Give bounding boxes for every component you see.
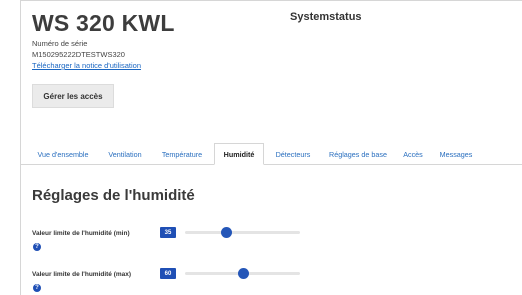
tab-temperature[interactable]: Température bbox=[156, 143, 208, 165]
question-circle-icon[interactable]: ? bbox=[33, 243, 41, 251]
humidity-min-slider[interactable] bbox=[185, 227, 300, 239]
status-title: Systemstatus bbox=[290, 11, 362, 23]
tab-basic-settings[interactable]: Réglages de base bbox=[325, 143, 391, 165]
tab-messages[interactable]: Messages bbox=[434, 143, 478, 165]
slider-track bbox=[185, 231, 300, 234]
section-title: Réglages de l'humidité bbox=[32, 187, 195, 204]
tab-bar: Vue d'ensemble Ventilation Température H… bbox=[20, 143, 522, 165]
humidity-min-label: Valeur limite de l'humidité (min) bbox=[32, 230, 130, 237]
tab-overview[interactable]: Vue d'ensemble bbox=[32, 143, 94, 165]
question-circle-icon[interactable]: ? bbox=[33, 284, 41, 292]
serial-label: Numéro de série bbox=[32, 39, 88, 48]
tab-detectors[interactable]: Détecteurs bbox=[270, 143, 316, 165]
tab-access[interactable]: Accès bbox=[400, 143, 426, 165]
serial-value: M150295222DTESTWS320 bbox=[32, 50, 125, 59]
humidity-min-value: 35 bbox=[160, 227, 176, 238]
humidity-max-label: Valeur limite de l'humidité (max) bbox=[32, 271, 132, 278]
humidity-max-value: 60 bbox=[160, 268, 176, 279]
slider-handle[interactable] bbox=[221, 227, 233, 238]
tab-humidity[interactable]: Humidité bbox=[214, 143, 264, 165]
download-manual-link[interactable]: Télécharger la notice d'utilisation bbox=[32, 61, 141, 70]
humidity-max-slider[interactable] bbox=[185, 268, 300, 280]
device-title: WS 320 KWL bbox=[32, 10, 175, 36]
manage-access-button[interactable]: Gérer les accès bbox=[32, 84, 114, 108]
tab-ventilation[interactable]: Ventilation bbox=[102, 143, 148, 165]
slider-handle[interactable] bbox=[237, 268, 249, 279]
